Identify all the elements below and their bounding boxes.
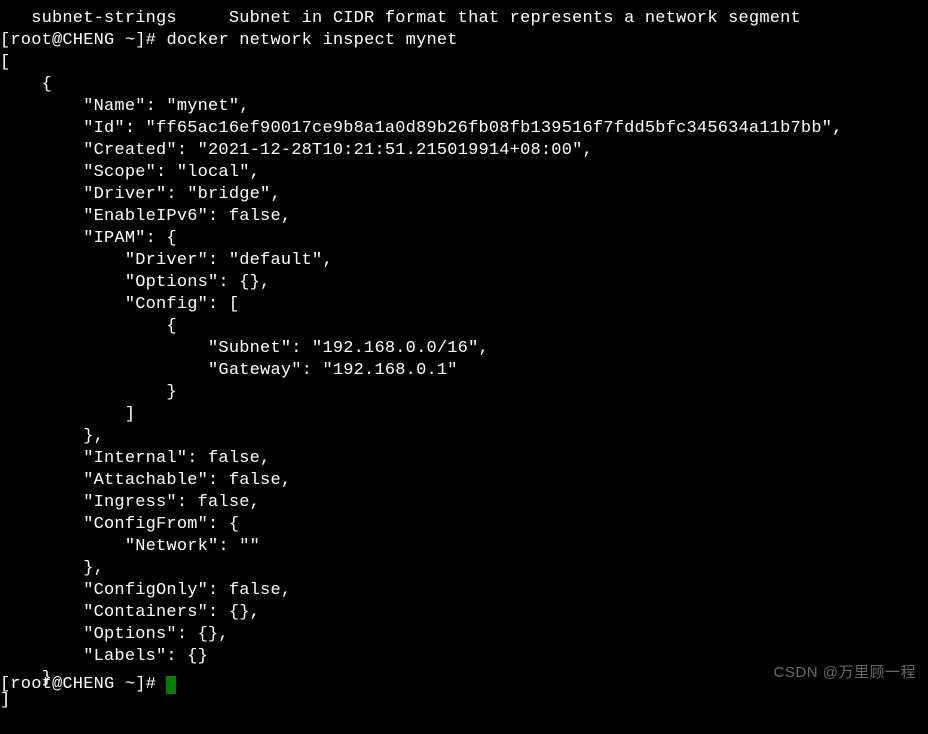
command-text: docker network inspect mynet bbox=[166, 31, 457, 50]
command-output: [ { "Name": "mynet", "Id": "ff65ac16ef90… bbox=[0, 52, 928, 712]
shell-prompt-next: [root@CHENG ~]# bbox=[0, 675, 166, 694]
cursor-icon bbox=[166, 676, 176, 694]
terminal-window[interactable]: subnet-strings Subnet in CIDR format tha… bbox=[0, 0, 928, 734]
shell-prompt: [root@CHENG ~]# bbox=[0, 31, 166, 50]
csdn-watermark: CSDN @万里顾一程 bbox=[774, 662, 916, 684]
previous-output-line: subnet-strings Subnet in CIDR format tha… bbox=[0, 8, 928, 30]
